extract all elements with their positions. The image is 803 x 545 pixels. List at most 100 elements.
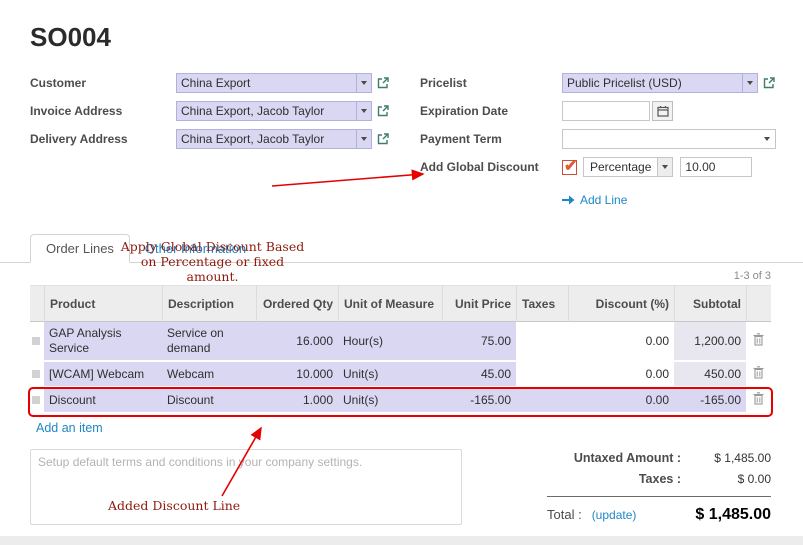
invoice-address-external-link-button[interactable] [376, 104, 390, 118]
annotation-discount-line: Added Discount Line [108, 498, 240, 513]
calendar-button[interactable] [652, 101, 673, 121]
terms-notes-input[interactable]: Setup default terms and conditions in yo… [30, 449, 462, 525]
delivery-address-field[interactable]: China Export, Jacob Taylor [176, 129, 372, 149]
row-drag-handle[interactable] [30, 362, 44, 388]
pricelist-label: Pricelist [420, 76, 562, 90]
untaxed-amount-value: $ 1,485.00 [681, 451, 771, 465]
row-drag-handle[interactable] [30, 388, 44, 414]
customer-dropdown-button[interactable] [356, 74, 371, 92]
cell-unit-of-measure[interactable]: Unit(s) [338, 388, 442, 414]
cell-taxes[interactable] [516, 388, 568, 414]
pricelist-field-row: Pricelist Public Pricelist (USD) [420, 73, 776, 93]
order-lines-table: Product Description Ordered Qty Unit of … [30, 285, 771, 414]
order-line-row-2[interactable]: [WCAM] Webcam Webcam 10.000 Unit(s) 45.0… [30, 362, 771, 388]
form-right-column: Pricelist Public Pricelist (USD) Expirat… [420, 73, 776, 210]
cell-subtotal: 1,200.00 [674, 322, 746, 362]
discount-type-dropdown-button[interactable] [657, 158, 672, 176]
cell-subtotal: -165.00 [674, 388, 746, 414]
order-line-row-discount[interactable]: Discount Discount 1.000 Unit(s) -165.00 … [30, 388, 771, 414]
pricelist-field[interactable]: Public Pricelist (USD) [562, 73, 758, 93]
cell-taxes[interactable] [516, 322, 568, 362]
col-unit-price: Unit Price [442, 285, 516, 322]
form-area: Customer China Export Invoice Address Ch… [30, 73, 773, 210]
delivery-address-external-link-button[interactable] [376, 132, 390, 146]
chevron-down-icon [759, 137, 775, 141]
cell-unit-price[interactable]: 45.00 [442, 362, 516, 388]
invoice-address-value: China Export, Jacob Taylor [177, 104, 356, 118]
payment-term-select[interactable] [562, 129, 776, 149]
pricelist-dropdown-button[interactable] [742, 74, 757, 92]
taxes-value: $ 0.00 [681, 472, 771, 486]
customer-external-link-button[interactable] [376, 76, 390, 90]
cell-ordered-qty[interactable]: 16.000 [256, 322, 338, 362]
cell-product[interactable]: GAP Analysis Service [44, 322, 162, 362]
cell-unit-price[interactable]: 75.00 [442, 322, 516, 362]
col-unit-of-measure: Unit of Measure [338, 285, 442, 322]
page-title: SO004 [30, 22, 803, 53]
external-link-icon [376, 104, 390, 118]
delete-line-button[interactable] [746, 362, 771, 388]
customer-field[interactable]: China Export [176, 73, 372, 93]
untaxed-amount-label: Untaxed Amount : [574, 451, 681, 465]
external-link-icon [762, 76, 776, 90]
cell-description[interactable]: Service on demand [162, 322, 256, 362]
col-discount: Discount (%) [568, 285, 674, 322]
expiration-date-field-row: Expiration Date [420, 101, 776, 121]
taxes-row: Taxes : $ 0.00 [547, 472, 771, 486]
drag-handle-icon [32, 370, 40, 378]
delete-line-button[interactable] [746, 388, 771, 414]
global-discount-field-row: Add Global Discount Percentage [420, 157, 776, 177]
cell-ordered-qty[interactable]: 10.000 [256, 362, 338, 388]
cell-unit-price[interactable]: -165.00 [442, 388, 516, 414]
bottom-section: Setup default terms and conditions in yo… [30, 449, 771, 525]
cell-ordered-qty[interactable]: 1.000 [256, 388, 338, 414]
col-product: Product [44, 285, 162, 322]
drag-handle-icon [32, 396, 40, 404]
customer-label: Customer [30, 76, 176, 90]
delivery-address-value: China Export, Jacob Taylor [177, 132, 356, 146]
invoice-address-field[interactable]: China Export, Jacob Taylor [176, 101, 372, 121]
trash-icon [753, 333, 764, 346]
expiration-date-label: Expiration Date [420, 104, 562, 118]
update-total-link[interactable]: (update) [592, 508, 637, 522]
total-value: $ 1,485.00 [695, 506, 771, 524]
cell-discount[interactable]: 0.00 [568, 362, 674, 388]
cell-description[interactable]: Discount [162, 388, 256, 414]
untaxed-amount-row: Untaxed Amount : $ 1,485.00 [547, 451, 771, 465]
col-description: Description [162, 285, 256, 322]
cell-product[interactable]: Discount [44, 388, 162, 414]
chevron-down-icon [361, 109, 367, 113]
trash-icon [753, 366, 764, 379]
cell-discount[interactable]: 0.00 [568, 388, 674, 414]
arrow-right-icon [562, 195, 575, 205]
order-line-row-1[interactable]: GAP Analysis Service Service on demand 1… [30, 322, 771, 362]
cell-unit-of-measure[interactable]: Hour(s) [338, 322, 442, 362]
cell-unit-of-measure[interactable]: Unit(s) [338, 362, 442, 388]
taxes-label: Taxes : [639, 472, 681, 486]
invoice-address-dropdown-button[interactable] [356, 102, 371, 120]
discount-amount-input[interactable] [680, 157, 752, 177]
cell-product[interactable]: [WCAM] Webcam [44, 362, 162, 388]
footer-strip [0, 536, 803, 545]
calendar-icon [657, 105, 669, 117]
cell-subtotal: 450.00 [674, 362, 746, 388]
payment-term-label: Payment Term [420, 132, 562, 146]
delivery-address-dropdown-button[interactable] [356, 130, 371, 148]
add-an-item-link[interactable]: Add an item [36, 421, 103, 435]
pricelist-external-link-button[interactable] [762, 76, 776, 90]
form-left-column: Customer China Export Invoice Address Ch… [30, 73, 420, 210]
col-subtotal: Subtotal [674, 285, 746, 322]
add-line-label: Add Line [580, 193, 627, 207]
row-drag-handle[interactable] [30, 322, 44, 362]
add-line-button[interactable]: Add Line [562, 193, 627, 207]
drag-handle-icon [32, 337, 40, 345]
global-discount-checkbox[interactable] [562, 160, 577, 175]
delete-line-button[interactable] [746, 322, 771, 362]
expiration-date-input[interactable] [562, 101, 650, 121]
table-header-row: Product Description Ordered Qty Unit of … [30, 285, 771, 322]
discount-type-select[interactable]: Percentage [583, 157, 673, 177]
totals-summary: Untaxed Amount : $ 1,485.00 Taxes : $ 0.… [547, 449, 771, 525]
cell-taxes[interactable] [516, 362, 568, 388]
cell-discount[interactable]: 0.00 [568, 322, 674, 362]
cell-description[interactable]: Webcam [162, 362, 256, 388]
